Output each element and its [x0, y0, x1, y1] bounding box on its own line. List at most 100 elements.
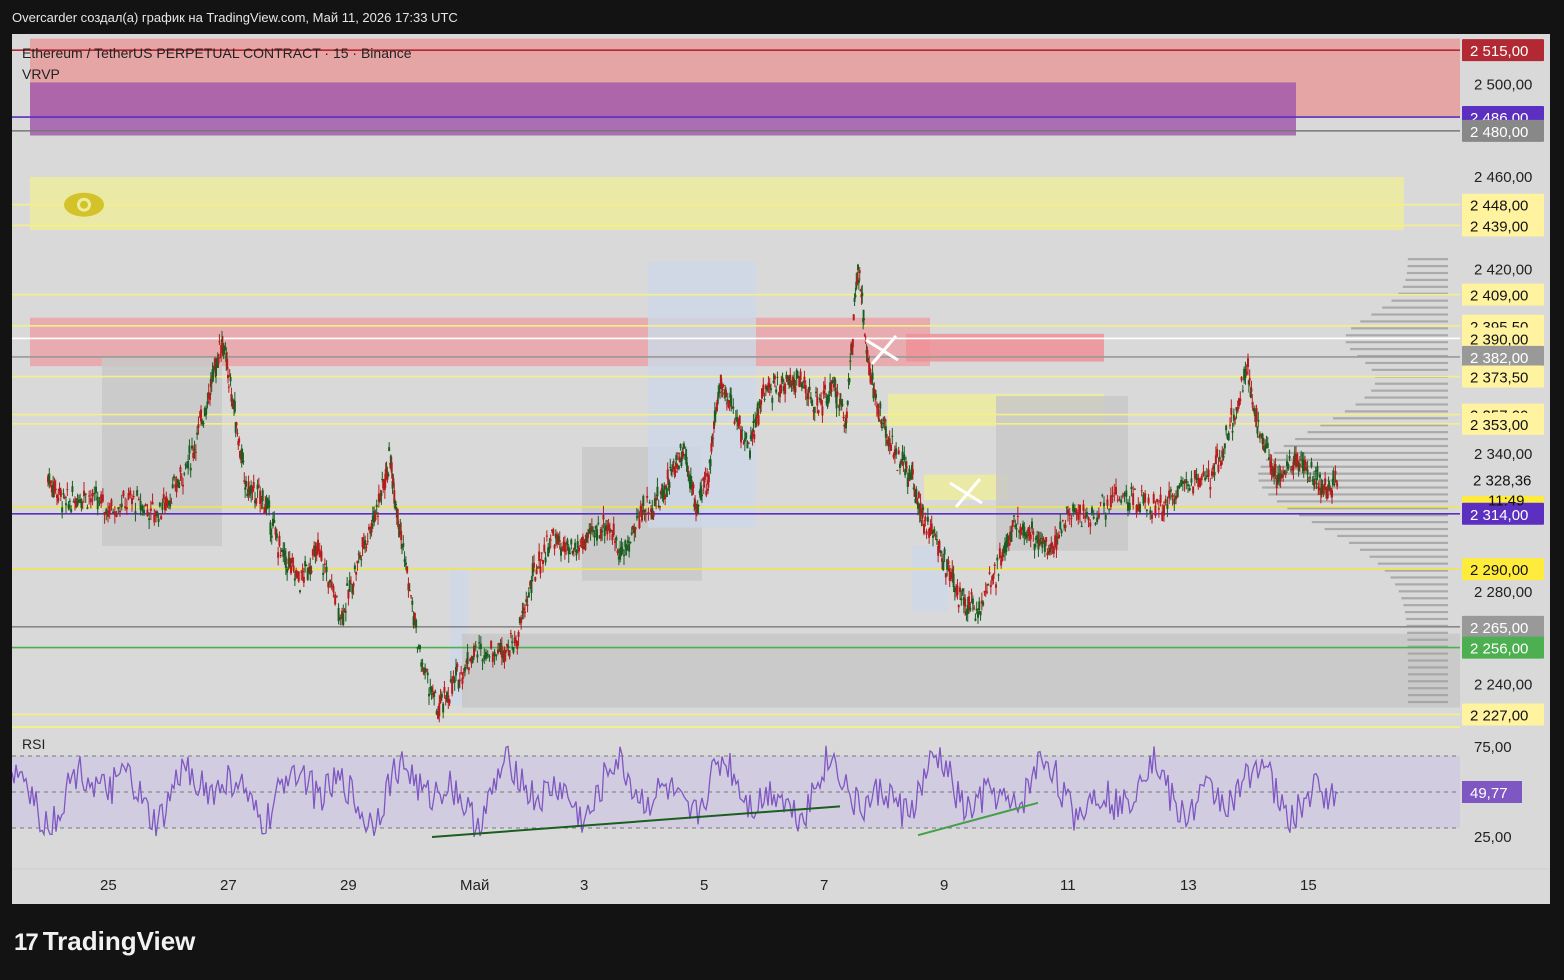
- candle-body: [665, 488, 668, 497]
- candle-body: [917, 502, 919, 509]
- volume-profile-bar: [1395, 583, 1448, 586]
- candle-body: [842, 417, 845, 419]
- price-level-label: 2 439,00: [1470, 218, 1528, 235]
- price-axis-bg: [1460, 34, 1550, 904]
- candle-body: [157, 518, 160, 523]
- candle-body: [930, 523, 933, 535]
- candle-body: [173, 476, 175, 478]
- candle-body: [179, 467, 182, 473]
- candle-body: [621, 549, 624, 551]
- candle-body: [701, 494, 703, 497]
- price-chart-svg[interactable]: 2 500,00 2 460,00 2 420,00 2 340,00 2 280,00…: [12, 34, 1550, 904]
- tradingview-logo-icon: 17: [14, 929, 39, 956]
- volume-profile-bar: [1371, 313, 1448, 316]
- candle-body: [1050, 542, 1053, 548]
- candle-body: [567, 546, 570, 555]
- candle-body: [1183, 480, 1186, 484]
- volume-profile-bar: [1295, 437, 1448, 441]
- candle-body: [939, 550, 942, 553]
- volume-profile-bar: [1311, 521, 1448, 524]
- candle-body: [1067, 509, 1069, 514]
- candle-body: [62, 493, 65, 495]
- candle-body: [1084, 515, 1087, 519]
- candle-body: [682, 452, 685, 457]
- candle-body: [57, 497, 60, 502]
- candle-body: [1328, 483, 1331, 485]
- candle-body: [1104, 515, 1107, 520]
- candle-body: [1061, 520, 1064, 522]
- candle-body: [430, 687, 433, 692]
- candle-body: [344, 611, 347, 613]
- candle-body: [570, 539, 573, 545]
- rsi-tick-label: 75,00: [1474, 739, 1512, 756]
- candle-body: [775, 389, 778, 393]
- candle-body: [1178, 485, 1181, 488]
- candle-body: [816, 396, 819, 406]
- candle-body: [352, 583, 355, 587]
- candle-body: [1227, 432, 1230, 440]
- candle-body: [540, 552, 543, 554]
- candle-body: [370, 523, 373, 533]
- candle-body: [705, 490, 708, 496]
- candle-body: [342, 613, 345, 625]
- candle-body: [404, 562, 407, 566]
- candle-body: [1334, 470, 1337, 475]
- candle-body: [919, 502, 922, 516]
- candle-body: [669, 467, 672, 469]
- candle-body: [410, 595, 412, 597]
- candle-body: [473, 645, 475, 657]
- candle-body: [337, 607, 340, 622]
- candle-body: [875, 394, 877, 398]
- chart-area[interactable]: 2 500,00 2 460,00 2 420,00 2 340,00 2 280,00…: [12, 34, 1550, 904]
- candle-body: [302, 576, 305, 583]
- x-tick-label: 13: [1180, 877, 1197, 894]
- candle-body: [1045, 537, 1048, 542]
- candle-body: [652, 511, 655, 517]
- candle-body: [1154, 505, 1157, 516]
- candle-body: [1190, 478, 1193, 483]
- y-tick-label: 2 240,00: [1474, 676, 1532, 693]
- candle-body: [1147, 497, 1150, 504]
- candle-body: [1250, 388, 1253, 392]
- candle-body: [110, 499, 113, 507]
- candle-body: [616, 550, 619, 554]
- candle-body: [220, 345, 223, 354]
- candle-body: [212, 371, 215, 373]
- candle-body: [461, 677, 464, 684]
- candle-body: [288, 558, 291, 568]
- candle-body: [959, 587, 961, 593]
- candle-body: [565, 550, 568, 552]
- candle-body: [587, 533, 589, 538]
- tradingview-logo[interactable]: 17 TradingView: [14, 926, 195, 957]
- candle-body: [407, 583, 410, 591]
- candle-body: [66, 489, 69, 491]
- candle-body: [1202, 471, 1205, 477]
- x-tick-label: 11: [1060, 877, 1076, 894]
- rsi-title: RSI: [22, 736, 45, 752]
- candle-body: [808, 386, 811, 391]
- candle-body: [526, 604, 529, 606]
- candle-body: [71, 486, 74, 492]
- candle-body: [638, 519, 641, 529]
- candle-body: [1032, 531, 1035, 535]
- candle-body: [449, 679, 452, 682]
- candle-body: [309, 566, 312, 575]
- candle-body: [890, 445, 892, 451]
- volume-profile-bar: [1371, 368, 1448, 371]
- candle-body: [339, 617, 342, 620]
- volume-profile-bar: [1351, 327, 1448, 330]
- candle-body: [678, 456, 681, 463]
- candle-body: [125, 507, 128, 510]
- candle-body: [968, 596, 970, 608]
- candle-body: [1266, 442, 1269, 449]
- candle-body: [590, 526, 593, 531]
- candle-body: [712, 437, 715, 439]
- candle-body: [644, 513, 647, 515]
- y-tick-label: 2 420,00: [1474, 261, 1532, 278]
- volume-profile-bar: [1324, 527, 1448, 531]
- candle-body: [200, 409, 202, 422]
- x-tick-label: Май: [460, 877, 489, 894]
- volume-profile-bar: [1403, 604, 1448, 607]
- candle-body: [804, 385, 807, 394]
- candle-body: [881, 426, 883, 428]
